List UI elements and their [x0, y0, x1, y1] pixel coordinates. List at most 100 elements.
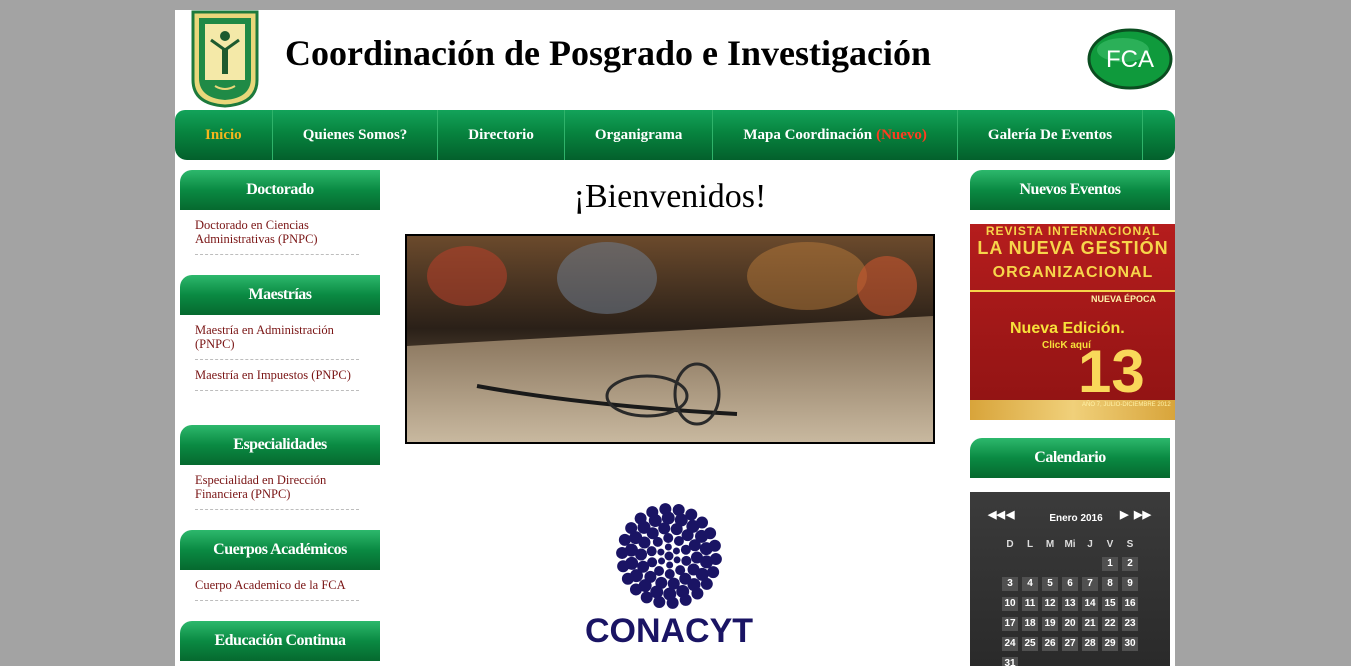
conacyt-text: CONACYT	[585, 612, 753, 650]
next-month-icon[interactable]: ▶	[1120, 508, 1128, 521]
calendar-weekday: J	[1087, 538, 1093, 550]
calendar-widget: ◀◀ ◀ Enero 2016 ▶ ▶▶ D L M Mi J V S 1 2 3 4 5 6 7 8 9 10…	[970, 492, 1170, 666]
calendar-day-number: 1	[1102, 557, 1118, 571]
doctorado-heading: Doctorado	[180, 170, 380, 210]
calendar-day[interactable]: 21	[1080, 617, 1100, 631]
calendar-day-number: 14	[1082, 597, 1098, 611]
nav-item-inicio[interactable]: Inicio	[175, 110, 273, 160]
hero-photo	[405, 234, 935, 444]
link-cuerpo-academico[interactable]: Cuerpo Academico de la FCA	[195, 578, 359, 601]
calendar-grid: D L M Mi J V S 1 2 3 4 5 6 7 8 9 10 11 12 13 14 15 16 17 18 19 20 2…	[1000, 534, 1140, 666]
revista-number: 13	[1078, 338, 1145, 405]
calendar-day[interactable]: 30	[1120, 637, 1140, 651]
calendar-day-number: 8	[1102, 577, 1118, 591]
calendar-week-row: 31	[1000, 654, 1140, 666]
educacion-heading: Educación Continua	[180, 621, 380, 661]
calendar-day[interactable]: 5	[1040, 577, 1060, 591]
revista-line5: Nueva Edición.	[1010, 320, 1125, 337]
calendar-day[interactable]: 4	[1020, 577, 1040, 591]
nuevos-eventos-heading: Nuevos Eventos	[970, 170, 1170, 210]
revista-line4: NUEVA ÉPOCA	[1090, 294, 1156, 304]
calendar-day[interactable]: 12	[1040, 597, 1060, 611]
calendar-day[interactable]: 27	[1060, 637, 1080, 651]
maestrias-heading: Maestrías	[180, 275, 380, 315]
conacyt-logo[interactable]: CONACYT	[583, 500, 755, 660]
calendar-day[interactable]: 29	[1100, 637, 1120, 651]
calendar-day-number: 30	[1122, 637, 1138, 651]
nav-item-organigrama[interactable]: Organigrama	[565, 110, 714, 160]
nav-item-directorio[interactable]: Directorio	[438, 110, 565, 160]
page: Coordinación de Posgrado e Investigación…	[175, 10, 1175, 666]
fca-logo[interactable]: FCA	[1087, 28, 1173, 90]
calendar-day-number: 7	[1082, 577, 1098, 591]
site-header: Coordinación de Posgrado e Investigación…	[175, 10, 1175, 110]
calendar-day[interactable]: 20	[1060, 617, 1080, 631]
calendar-day[interactable]: 8	[1100, 577, 1120, 591]
calendar-day[interactable]: 19	[1040, 617, 1060, 631]
calendar-week-row: 10 11 12 13 14 15 16	[1000, 594, 1140, 614]
calendar-day[interactable]: 25	[1020, 637, 1040, 651]
calendar-day[interactable]: 22	[1100, 617, 1120, 631]
calendar-day[interactable]: 31	[1000, 657, 1020, 666]
calendar-day-number: 27	[1062, 637, 1078, 651]
calendar-day[interactable]: 28	[1080, 637, 1100, 651]
prev-year-icon[interactable]: ◀◀	[988, 508, 1005, 521]
calendar-day[interactable]: 6	[1060, 577, 1080, 591]
calendar-day-number: 29	[1102, 637, 1118, 651]
calendar-day[interactable]: 16	[1120, 597, 1140, 611]
calendar-day[interactable]: 17	[1000, 617, 1020, 631]
calendar-month-year: Enero 2016	[1036, 513, 1116, 524]
calendar-day-number: 26	[1042, 637, 1058, 651]
calendar-day-number: 11	[1022, 597, 1038, 611]
welcome-heading: ¡Bienvenidos!	[573, 178, 767, 215]
calendar-day-number: 13	[1062, 597, 1078, 611]
calendar-week-row: 24 25 26 27 28 29 30	[1000, 634, 1140, 654]
nav-item-mapa-coordinacion[interactable]: Mapa Coordinación (Nuevo)	[713, 110, 958, 160]
calendar-day-number: 4	[1022, 577, 1038, 591]
nav-item-galeria[interactable]: Galería De Eventos	[958, 110, 1144, 160]
calendar-day[interactable]: 11	[1020, 597, 1040, 611]
fca-logo-text: FCA	[1106, 46, 1154, 73]
calendar-day-number: 25	[1022, 637, 1038, 651]
revista-line2: LA NUEVA GESTIÓN	[977, 238, 1169, 258]
calendar-day[interactable]: 9	[1120, 577, 1140, 591]
revista-banner[interactable]: REVISTA INTERNACIONAL LA NUEVA GESTIÓN O…	[970, 224, 1175, 420]
link-doctorado-ciencias[interactable]: Doctorado en Ciencias Administrativas (P…	[195, 218, 359, 255]
calendar-day[interactable]: 10	[1000, 597, 1020, 611]
calendar-day-number: 31	[1002, 657, 1018, 666]
calendar-day-number: 18	[1022, 617, 1038, 631]
link-maestria-impuestos[interactable]: Maestría en Impuestos (PNPC)	[195, 368, 359, 391]
calendar-day-number: 24	[1002, 637, 1018, 651]
link-maestria-administracion[interactable]: Maestría en Administración (PNPC)	[195, 323, 359, 360]
next-year-icon[interactable]: ▶▶	[1134, 508, 1151, 521]
link-especialidad-financiera[interactable]: Especialidad en Dirección Financiera (PN…	[195, 473, 359, 510]
calendar-weekday: V	[1106, 538, 1114, 550]
calendar-day[interactable]: 23	[1120, 617, 1140, 631]
calendar-day[interactable]: 18	[1020, 617, 1040, 631]
nav-item-quienes-somos[interactable]: Quienes Somos?	[273, 110, 439, 160]
conacyt-dots-icon: CONACYT	[585, 503, 753, 650]
calendar-day-number: 3	[1002, 577, 1018, 591]
calendar-day[interactable]: 15	[1100, 597, 1120, 611]
calendar-day[interactable]: 1	[1100, 557, 1120, 571]
glasses-photo	[407, 236, 933, 442]
calendario-heading: Calendario	[970, 438, 1170, 478]
calendar-day-number: 22	[1102, 617, 1118, 631]
calendar-day[interactable]: 24	[1000, 637, 1020, 651]
revista-line3: ORGANIZACIONAL	[992, 264, 1154, 281]
calendar-day[interactable]: 26	[1040, 637, 1060, 651]
calendar-day[interactable]: 2	[1120, 557, 1140, 571]
calendar-day[interactable]: 3	[1000, 577, 1020, 591]
calendar-day[interactable]: 14	[1080, 597, 1100, 611]
prev-month-icon[interactable]: ◀	[1006, 508, 1014, 521]
main-nav: Inicio Quienes Somos? Directorio Organig…	[175, 110, 1175, 160]
revista-footer: AÑO 7, JULIO-DICIEMBRE 2012	[1082, 402, 1171, 408]
uabc-logo[interactable]	[191, 10, 259, 108]
revista-divider	[970, 290, 1175, 292]
calendar-day[interactable]: 7	[1080, 577, 1100, 591]
calendar-day-number: 20	[1062, 617, 1078, 631]
nav-item-mapa-label: Mapa Coordinación	[743, 126, 873, 143]
calendar-day[interactable]: 13	[1060, 597, 1080, 611]
site-title: Coordinación de Posgrado e Investigación	[285, 33, 932, 73]
new-badge: (Nuevo)	[876, 126, 927, 143]
